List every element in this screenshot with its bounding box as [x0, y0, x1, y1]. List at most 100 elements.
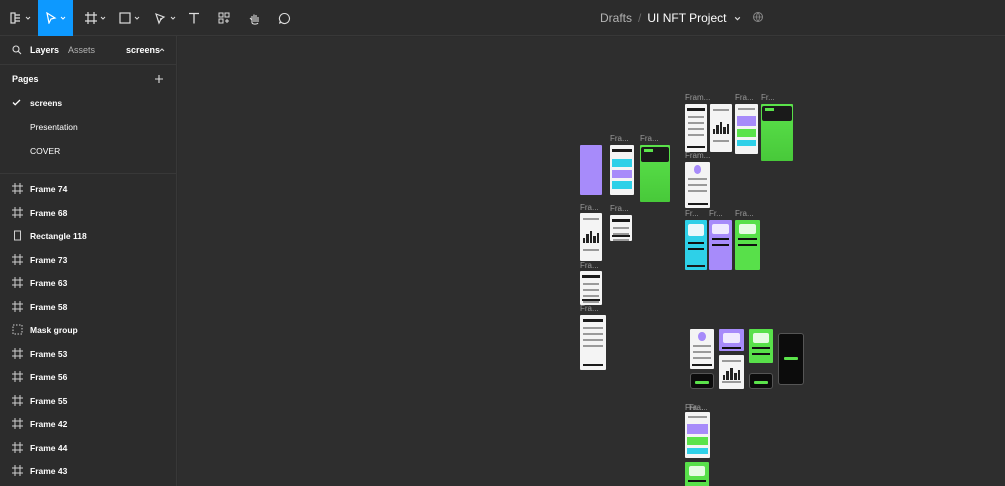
main-menu-button[interactable] — [4, 0, 36, 36]
text-tool-button[interactable] — [184, 0, 204, 36]
frame-thumbnail[interactable] — [580, 271, 602, 305]
sidebar-divider — [0, 173, 177, 174]
resources-tool-button[interactable] — [214, 0, 234, 36]
frame-label[interactable]: Fra... — [580, 203, 599, 212]
layer-row[interactable]: Frame 55 — [0, 389, 176, 412]
frame-icon — [12, 441, 23, 453]
current-page-dropdown[interactable]: screens — [126, 45, 160, 55]
frame-thumbnail[interactable] — [685, 412, 710, 458]
shape-tool-button[interactable] — [114, 0, 144, 36]
frame-thumbnail[interactable] — [610, 215, 632, 241]
move-tool-button[interactable] — [38, 0, 73, 36]
tab-layers[interactable]: Layers — [30, 45, 59, 55]
page-item-label: Presentation — [30, 122, 78, 132]
frame-icon — [12, 300, 23, 312]
frame-thumbnail[interactable] — [690, 329, 714, 369]
page-item-screens[interactable]: screens — [0, 92, 176, 114]
layer-row[interactable]: Frame 68 — [0, 201, 176, 224]
layer-row[interactable]: Frame 56 — [0, 365, 176, 388]
frame-label[interactable]: Fra... — [610, 204, 629, 213]
frame-icon — [12, 277, 23, 288]
frame-label[interactable]: Fra... — [735, 209, 754, 218]
frame-thumbnail[interactable] — [685, 462, 709, 486]
layer-row[interactable]: Frame 53 — [0, 342, 176, 365]
frame-thumbnail[interactable] — [749, 329, 773, 363]
chevron-up-icon[interactable] — [159, 47, 165, 53]
frame-thumbnail[interactable] — [761, 104, 793, 161]
frame-thumbnail[interactable] — [778, 333, 804, 385]
frame-thumbnail[interactable] — [685, 104, 707, 152]
comment-icon — [278, 12, 290, 24]
add-page-plus-icon[interactable] — [154, 74, 164, 84]
layer-row[interactable]: Frame 44 — [0, 436, 176, 459]
canvas[interactable]: Fra... Fra... Fram... Fra... Fr... Fram... Fra… — [178, 37, 1005, 486]
frame-thumbnail[interactable] — [685, 162, 710, 208]
sidebar-tabs: Layers Assets screens — [0, 36, 177, 65]
frame-label[interactable]: Fram... — [685, 93, 710, 102]
frame-label[interactable]: Fra... — [610, 134, 629, 143]
frame-thumbnail[interactable] — [735, 104, 758, 154]
tab-assets[interactable]: Assets — [68, 45, 95, 55]
layer-label: Frame 58 — [30, 301, 68, 312]
layer-label: Frame 44 — [30, 442, 68, 453]
frame-icon — [12, 394, 23, 406]
page-item-label: COVER — [30, 146, 61, 156]
pen-tool-button[interactable] — [149, 0, 181, 36]
comment-tool-button[interactable] — [274, 0, 294, 36]
layer-row[interactable]: Rectangle 118 — [0, 224, 176, 247]
frame-thumbnail[interactable] — [735, 220, 760, 270]
frame-label[interactable]: Fr... — [761, 93, 775, 102]
frame-thumbnail[interactable] — [690, 373, 714, 389]
layer-label: Frame 56 — [30, 372, 68, 382]
search-icon[interactable] — [12, 45, 22, 55]
frame-tool-button[interactable] — [80, 0, 110, 36]
page-item-cover[interactable]: COVER — [0, 140, 176, 162]
frame-label[interactable]: Fr... — [709, 209, 723, 218]
project-title[interactable]: UI NFT Project — [647, 11, 726, 25]
frame-thumbnail[interactable] — [719, 329, 744, 351]
layer-label: Frame 63 — [30, 278, 68, 288]
frame-icon — [84, 12, 97, 24]
frame-label[interactable]: Fra... — [580, 304, 599, 313]
page-item-presentation[interactable]: Presentation — [0, 116, 176, 138]
frame-thumbnail[interactable] — [580, 315, 606, 370]
frame-thumbnail[interactable] — [580, 213, 602, 261]
frame-thumbnail[interactable] — [749, 373, 773, 389]
components-icon — [218, 12, 230, 24]
frame-label[interactable]: Fra... — [689, 403, 708, 412]
text-icon — [189, 12, 199, 24]
layer-row[interactable]: Frame 73 — [0, 248, 176, 271]
toolbar: Drafts / UI NFT Project — [0, 0, 1005, 36]
chevron-down-icon[interactable] — [734, 15, 741, 22]
globe-icon[interactable] — [752, 11, 764, 23]
frame-label[interactable]: Fram... — [685, 151, 710, 160]
layer-row[interactable]: Mask group — [0, 318, 176, 341]
menu-icon — [9, 12, 20, 24]
layer-row[interactable]: Frame 43 — [0, 459, 176, 482]
chevron-down-icon — [60, 16, 66, 20]
frame-icon — [12, 465, 23, 476]
frame-thumbnail[interactable] — [710, 104, 732, 152]
layer-row[interactable]: Frame 58 — [0, 295, 176, 318]
frame-label[interactable]: Fra... — [735, 93, 754, 102]
frame-thumbnail[interactable] — [580, 145, 602, 195]
frame-thumbnail[interactable] — [610, 145, 634, 195]
frame-thumbnail[interactable] — [719, 355, 744, 389]
hand-icon — [249, 14, 259, 25]
breadcrumb-separator: / — [638, 11, 642, 25]
frame-icon — [12, 347, 23, 359]
breadcrumb-drafts[interactable]: Drafts — [600, 11, 632, 25]
frame-thumbnail[interactable] — [640, 145, 670, 202]
layer-row[interactable]: Frame 42 — [0, 412, 176, 435]
layer-label: Frame 53 — [30, 348, 68, 359]
layer-row[interactable]: Frame 74 — [0, 177, 176, 200]
frame-thumbnail[interactable] — [685, 220, 707, 270]
layer-label: Frame 68 — [30, 207, 68, 218]
chevron-down-icon — [170, 16, 176, 20]
hand-tool-button[interactable] — [244, 0, 264, 36]
frame-label[interactable]: Fr... — [685, 209, 699, 218]
frame-label[interactable]: Fra... — [640, 134, 659, 143]
frame-label[interactable]: Fra... — [580, 261, 599, 270]
frame-thumbnail[interactable] — [709, 220, 732, 270]
layer-row[interactable]: Frame 63 — [0, 271, 176, 294]
